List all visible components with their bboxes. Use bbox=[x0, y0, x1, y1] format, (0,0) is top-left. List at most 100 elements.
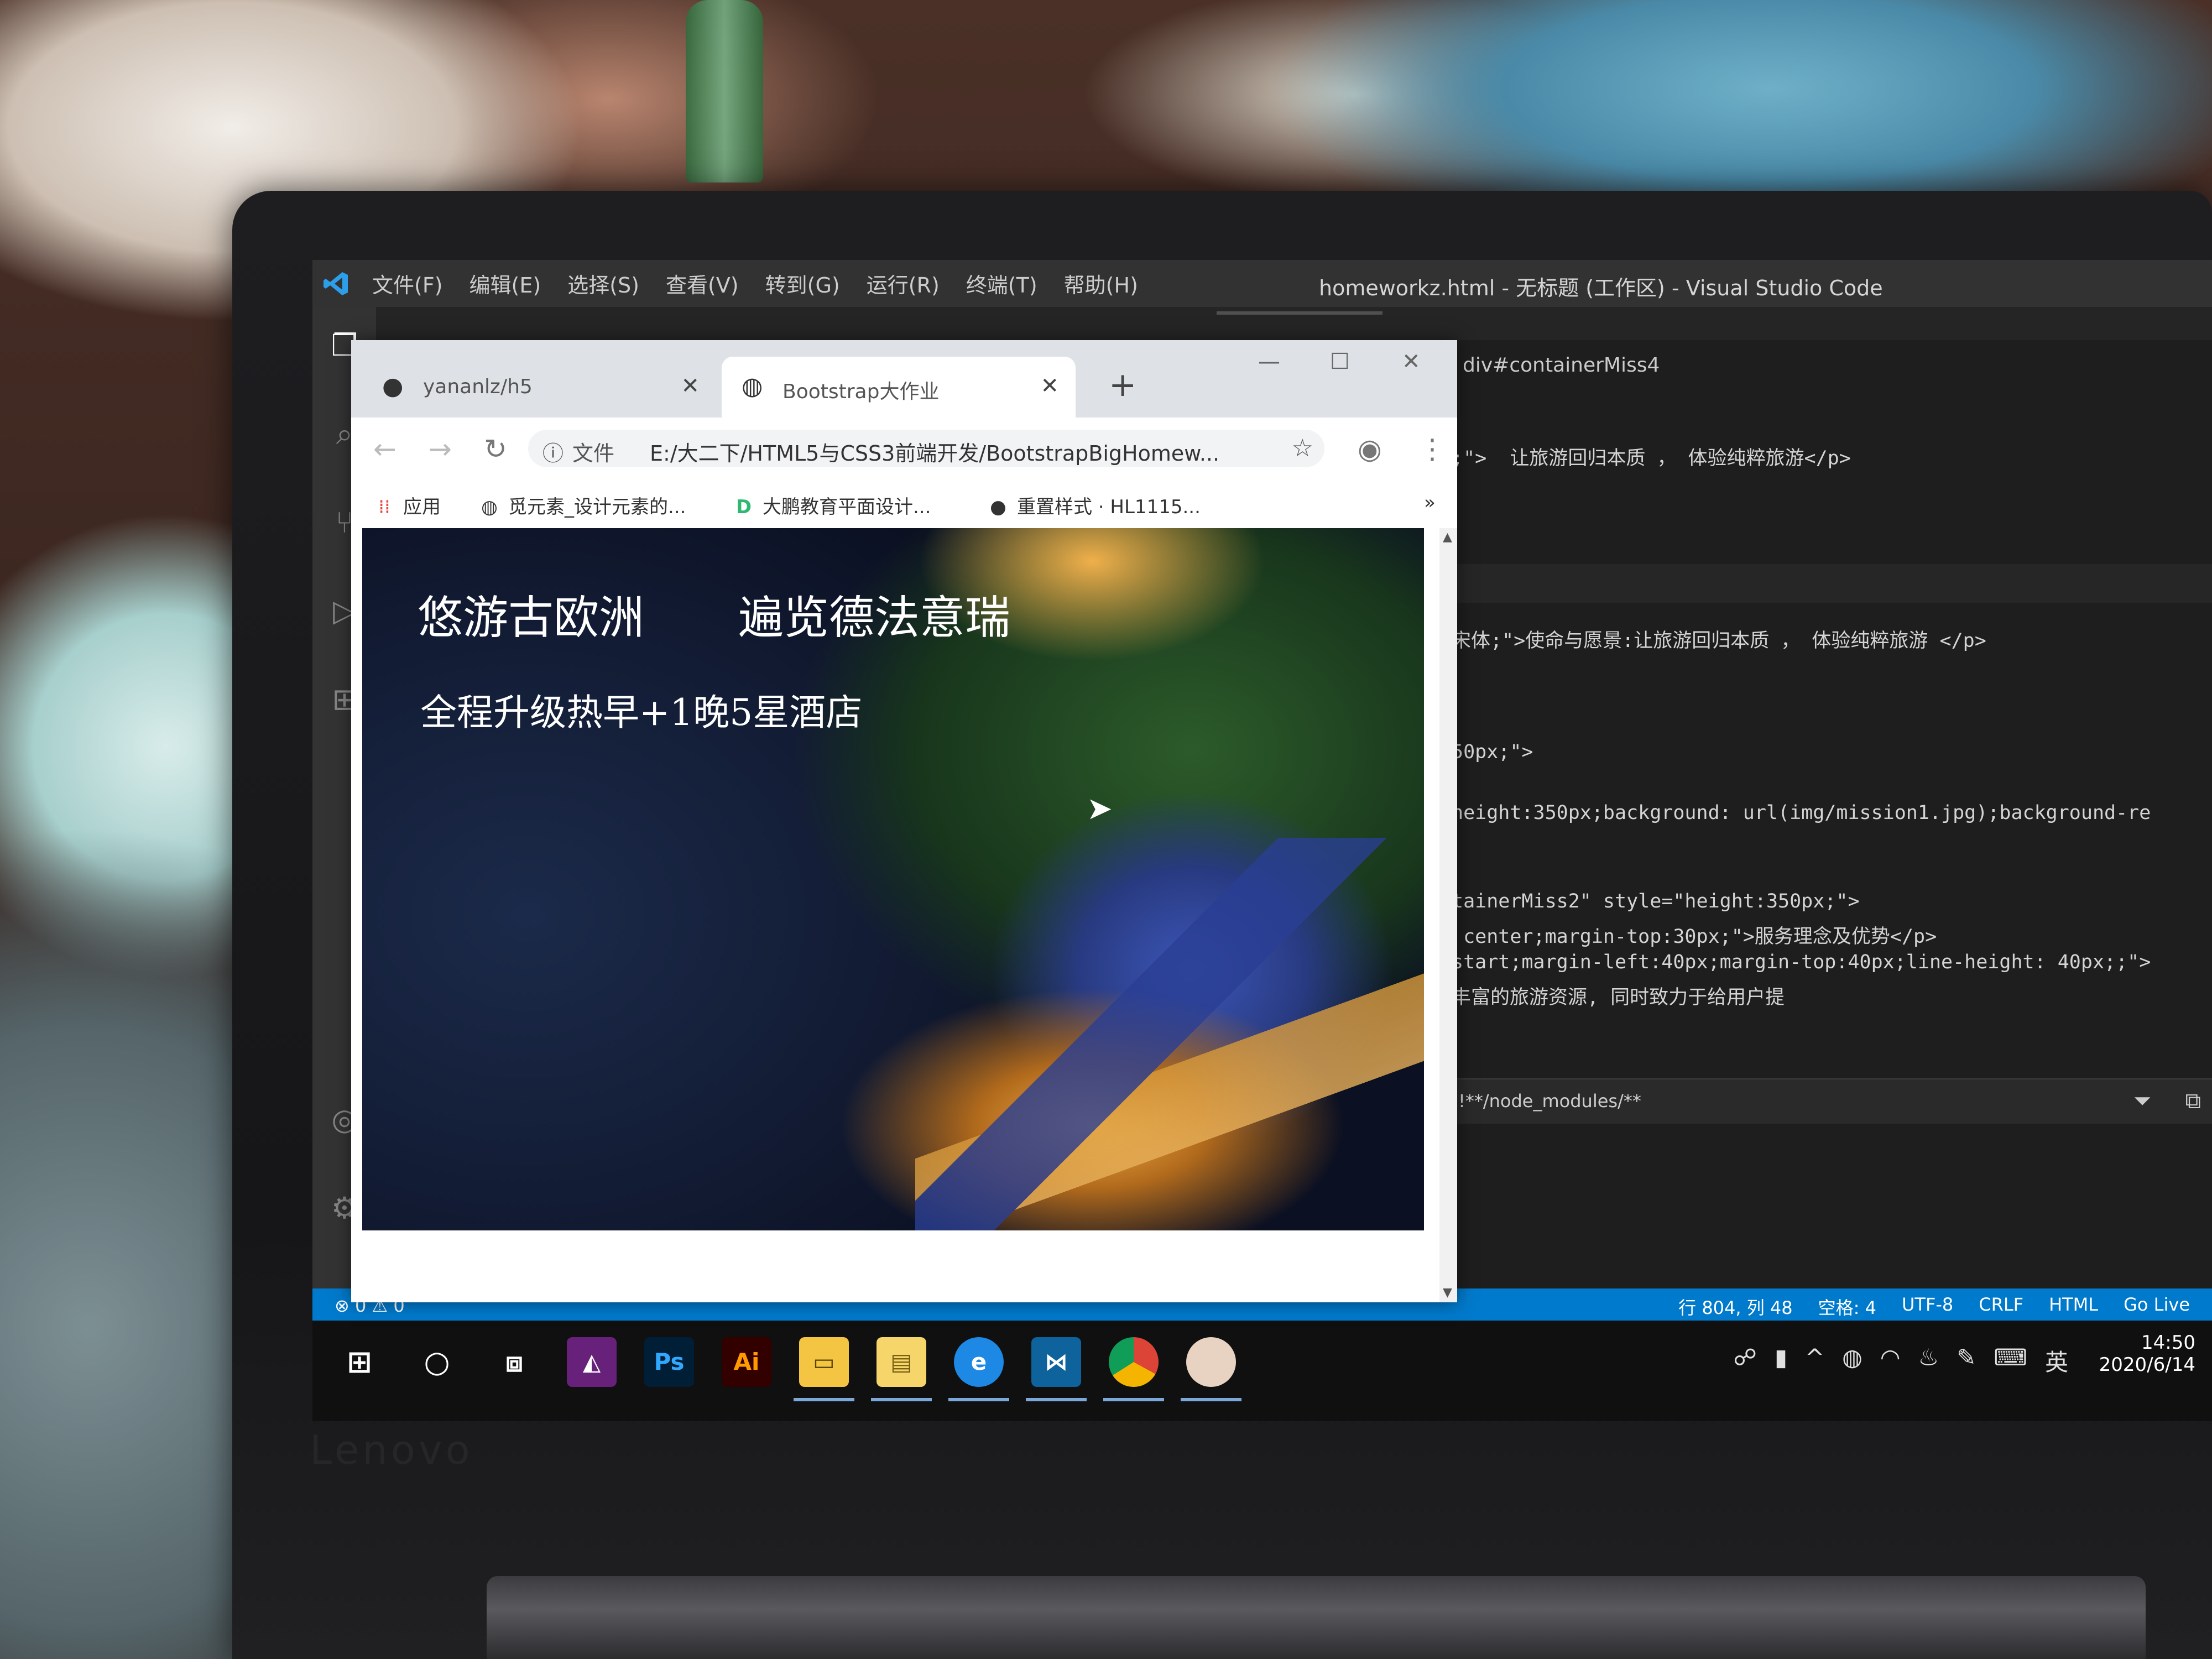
forward-icon[interactable]: → bbox=[429, 433, 452, 465]
globe-icon: ◍ bbox=[742, 372, 763, 400]
bookmark-label: 觅元素_设计元素的... bbox=[508, 496, 686, 518]
line-ending-setting[interactable]: CRLF bbox=[1979, 1294, 2023, 1319]
running-indicator bbox=[1103, 1398, 1164, 1401]
chrome-icon[interactable] bbox=[1109, 1337, 1159, 1387]
task-view-icon[interactable]: ⧈ bbox=[489, 1337, 539, 1387]
back-icon[interactable]: ← bbox=[373, 433, 397, 465]
edge-icon[interactable]: e bbox=[954, 1337, 1004, 1387]
scroll-up-icon[interactable]: ▲ bbox=[1443, 530, 1452, 544]
clock[interactable]: 14:50 2020/6/14 bbox=[2099, 1332, 2195, 1376]
avatar-app-icon[interactable] bbox=[1186, 1337, 1236, 1387]
menu-selection[interactable]: 选择(S) bbox=[567, 268, 639, 299]
indentation-setting[interactable]: 空格: 4 bbox=[1818, 1294, 1876, 1319]
bookmark-apps[interactable]: ⁞⁞ 应用 bbox=[373, 492, 441, 519]
close-window-icon[interactable]: ✕ bbox=[1402, 349, 1421, 374]
code-line: start;margin-left:40px;margin-top:40px;l… bbox=[1452, 951, 2151, 973]
reload-icon[interactable]: ↻ bbox=[484, 433, 507, 465]
page-scrollbar[interactable]: ▲ ▼ bbox=[1439, 528, 1457, 1302]
menu-terminal[interactable]: 终端(T) bbox=[966, 268, 1037, 299]
cursor-position[interactable]: 行 804, 列 48 bbox=[1678, 1294, 1793, 1319]
code-line: height:350px;background: url(img/mission… bbox=[1452, 802, 2151, 824]
page-viewport: 悠游古欧洲 遍览德法意瑞 全程升级热早+1晚5星酒店 ▲ ▼ bbox=[351, 528, 1457, 1302]
menu-go[interactable]: 转到(G) bbox=[765, 268, 840, 299]
hero-banner-image: 悠游古欧洲 遍览德法意瑞 全程升级热早+1晚5星酒店 bbox=[362, 528, 1424, 1230]
ime-indicator[interactable]: 英 bbox=[2045, 1344, 2068, 1378]
vscode-menubar: 文件(F) 编辑(E) 选择(S) 查看(V) 转到(G) 运行(R) 终端(T… bbox=[346, 260, 1138, 307]
menu-run[interactable]: 运行(R) bbox=[867, 268, 940, 299]
chrome-window: ● yananlz/h5 ✕ ◍ Bootstrap大作业 ✕ + — ☐ ✕ … bbox=[351, 340, 1457, 1302]
bottle-photo bbox=[686, 0, 763, 182]
go-live-button[interactable]: Go Live bbox=[2124, 1294, 2190, 1319]
people-icon[interactable]: ☍ bbox=[1733, 1344, 1757, 1378]
code-line: center;margin-top:30px;">服务理念及优势</p> bbox=[1452, 926, 1937, 948]
bookmark-item[interactable]: D 大鹏教育平面设计... bbox=[733, 492, 931, 519]
tab-bootstrap[interactable]: ◍ Bootstrap大作业 ✕ bbox=[722, 357, 1076, 418]
close-tab-icon[interactable]: ✕ bbox=[681, 373, 700, 399]
menu-kebab-icon[interactable]: ⋮ bbox=[1418, 433, 1446, 465]
bookmarks-overflow[interactable]: » bbox=[1424, 492, 1436, 514]
close-tab-icon[interactable]: ✕ bbox=[1040, 373, 1059, 399]
chrome-tabstrip: ● yananlz/h5 ✕ ◍ Bootstrap大作业 ✕ + — ☐ ✕ bbox=[351, 340, 1457, 418]
windows-start-icon[interactable]: ⊞ bbox=[335, 1337, 384, 1387]
menu-help[interactable]: 帮助(H) bbox=[1064, 268, 1138, 299]
app-tray-icon[interactable]: ♨ bbox=[1918, 1344, 1939, 1378]
wifi-icon[interactable]: ◠ bbox=[1880, 1344, 1901, 1378]
url-text: E:/大二下/HTML5与CSS3前端开发/BootstrapBigHomew.… bbox=[650, 441, 1220, 466]
laptop-hinge bbox=[487, 1576, 2146, 1659]
bookmark-label: 重置样式 · HL1115... bbox=[1017, 496, 1201, 518]
exclude-filter-field[interactable]: !**/node_modules/** bbox=[1458, 1091, 1641, 1112]
illustrator-icon[interactable]: Ai bbox=[722, 1337, 771, 1387]
bookmark-item[interactable]: ◍ 觅元素_设计元素的... bbox=[478, 492, 686, 519]
address-bar[interactable]: ⓘ 文件 E:/大二下/HTML5与CSS3前端开发/BootstrapBigH… bbox=[528, 430, 1324, 467]
encoding-setting[interactable]: UTF-8 bbox=[1902, 1294, 1953, 1319]
running-indicator bbox=[1181, 1398, 1241, 1401]
d-logo-icon: D bbox=[735, 496, 752, 518]
clock-date: 2020/6/14 bbox=[2099, 1354, 2195, 1376]
running-indicator bbox=[871, 1398, 932, 1401]
bookmark-item[interactable]: ● 重置样式 · HL1115... bbox=[987, 492, 1201, 519]
menu-edit[interactable]: 编辑(E) bbox=[469, 268, 541, 299]
laptop-screen: 文件(F) 编辑(E) 选择(S) 查看(V) 转到(G) 运行(R) 终端(T… bbox=[312, 260, 2212, 1421]
running-indicator bbox=[1026, 1398, 1087, 1401]
collapse-icon[interactable]: ⧉ bbox=[2185, 1088, 2201, 1114]
filter-icon[interactable]: ⏷ bbox=[2133, 1088, 2151, 1114]
hero-title-part2: 遍览德法意瑞 bbox=[738, 592, 1011, 644]
search-exclude-bar: !**/node_modules/** ⏷ ⧉ bbox=[1452, 1078, 2212, 1124]
keyboard-icon[interactable]: ⌨ bbox=[1994, 1344, 2027, 1378]
chevron-up-icon[interactable]: ^ bbox=[1805, 1344, 1824, 1378]
system-tray: ☍ ▮ ^ ◍ ◠ ♨ ✎ ⌨ 英 bbox=[1715, 1344, 2068, 1378]
visual-studio-icon[interactable]: ◭ bbox=[567, 1337, 617, 1387]
bookmark-label: 应用 bbox=[403, 496, 441, 518]
laptop-brand-label: Lenovo bbox=[310, 1427, 473, 1473]
globe-icon: ◍ bbox=[481, 496, 498, 518]
breadcrumb[interactable]: div#containerMiss4 bbox=[1463, 354, 1660, 377]
profile-avatar-icon[interactable]: ◉ bbox=[1358, 433, 1382, 465]
language-mode[interactable]: HTML bbox=[2049, 1294, 2098, 1319]
network-globe-icon[interactable]: ◍ bbox=[1842, 1344, 1863, 1378]
github-icon: ● bbox=[990, 496, 1006, 518]
file-explorer-icon[interactable]: ▭ bbox=[799, 1337, 849, 1387]
apps-grid-icon: ⁞⁞ bbox=[378, 496, 390, 518]
menu-file[interactable]: 文件(F) bbox=[372, 268, 443, 299]
tab-github[interactable]: ● yananlz/h5 ✕ bbox=[362, 357, 716, 418]
maximize-icon[interactable]: ☐ bbox=[1330, 349, 1350, 374]
running-indicator bbox=[794, 1398, 854, 1401]
scroll-down-icon[interactable]: ▼ bbox=[1443, 1286, 1452, 1300]
vscode-editor-tabs bbox=[376, 307, 2212, 340]
bookmark-star-icon[interactable]: ☆ bbox=[1292, 434, 1313, 462]
pen-icon[interactable]: ✎ bbox=[1957, 1344, 1976, 1378]
tab-label: yananlz/h5 bbox=[423, 375, 533, 398]
vscode-window-title: homeworkz.html - 无标题 (工作区) - Visual Stud… bbox=[1319, 276, 1883, 300]
windows-taskbar: ⊞ ○ ⧈ ◭ Ps Ai ▭ ▤ e ⋈ ☍ ▮ ^ ◍ ◠ ♨ ✎ ⌨ 英 … bbox=[312, 1321, 2212, 1421]
code-line: tainerMiss2" style="height:350px;"> bbox=[1452, 890, 1860, 912]
minimize-icon[interactable]: — bbox=[1258, 349, 1280, 374]
info-icon[interactable]: ⓘ bbox=[542, 436, 564, 467]
code-line: 50px;"> bbox=[1452, 741, 1533, 763]
notepad-icon[interactable]: ▤ bbox=[877, 1337, 926, 1387]
menu-view[interactable]: 查看(V) bbox=[666, 268, 739, 299]
photoshop-icon[interactable]: Ps bbox=[644, 1337, 694, 1387]
new-tab-button[interactable]: + bbox=[1109, 366, 1136, 404]
vscode-icon[interactable]: ⋈ bbox=[1031, 1337, 1081, 1387]
battery-icon[interactable]: ▮ bbox=[1775, 1344, 1787, 1378]
cortana-icon[interactable]: ○ bbox=[412, 1337, 462, 1387]
